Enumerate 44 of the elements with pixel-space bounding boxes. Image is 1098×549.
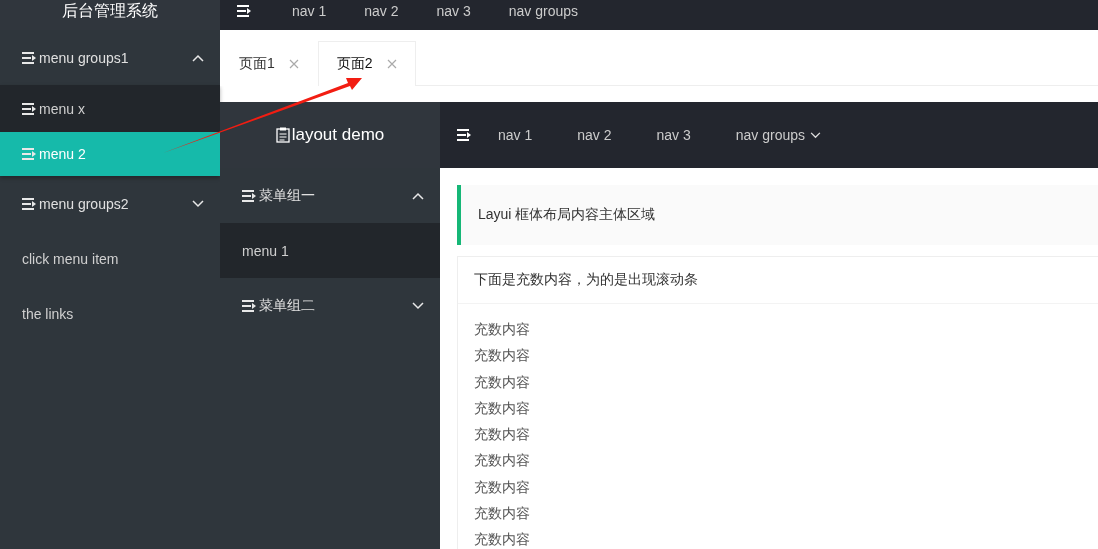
nav-link[interactable]: nav 2 [577, 127, 612, 143]
filler-text: 充数内容 [474, 320, 531, 339]
nav-link[interactable]: nav 1 [292, 3, 327, 19]
menu-group[interactable]: 菜单组一 [220, 168, 440, 223]
card-header: 下面是充数内容，为的是出现滚动条 [474, 271, 698, 289]
menu-item[interactable]: menu x [0, 85, 220, 132]
filler-text: 充数内容 [474, 425, 531, 445]
filler-text: 充数内容 [474, 398, 531, 418]
nav-link[interactable]: nav groups [508, 3, 579, 19]
clipboard-icon [275, 127, 290, 143]
filler-text: 充数内容 [474, 530, 531, 549]
menu-icon [22, 197, 38, 210]
nav-link[interactable]: nav 2 [364, 3, 399, 19]
menu-icon [22, 148, 38, 160]
menu-group[interactable]: 菜单组二 [220, 278, 440, 333]
menu-icon[interactable] [457, 129, 473, 141]
menu-icon[interactable] [237, 5, 253, 17]
menu-group[interactable]: menu groups1 [0, 30, 220, 85]
chevron-up-icon [192, 53, 204, 62]
nav-dropdown[interactable]: nav groups [735, 127, 822, 143]
page-tab[interactable]: 页面2 [317, 41, 416, 86]
chevron-down-icon [810, 131, 822, 139]
chevron-down-icon [192, 199, 204, 208]
menu-item[interactable]: menu 1 [220, 223, 440, 278]
filler-text: 充数内容 [474, 477, 531, 497]
menu-icon [242, 189, 258, 202]
nav-link[interactable]: nav 1 [498, 127, 533, 143]
quote-block: Layui 框体布局内容主体区域 [457, 185, 1098, 245]
menu-group[interactable]: menu groups2 [0, 176, 220, 231]
chevron-up-icon [412, 191, 424, 200]
menu-link[interactable]: click menu item [0, 231, 220, 286]
filler-text: 充数内容 [474, 346, 531, 366]
menu-icon [22, 102, 38, 115]
menu-link[interactable]: the links [0, 286, 220, 341]
filler-text: 充数内容 [474, 504, 531, 524]
app-title: 后台管理系统 [62, 2, 158, 20]
nav-link[interactable]: nav 3 [656, 127, 691, 143]
nav-link[interactable]: nav 3 [436, 3, 471, 19]
menu-icon [242, 299, 258, 312]
menu-icon [22, 51, 38, 64]
filler-text: 充数内容 [474, 451, 531, 471]
chevron-down-icon [412, 301, 424, 310]
logo: layout demo [220, 102, 440, 168]
filler-text: 充数内容 [474, 372, 531, 392]
